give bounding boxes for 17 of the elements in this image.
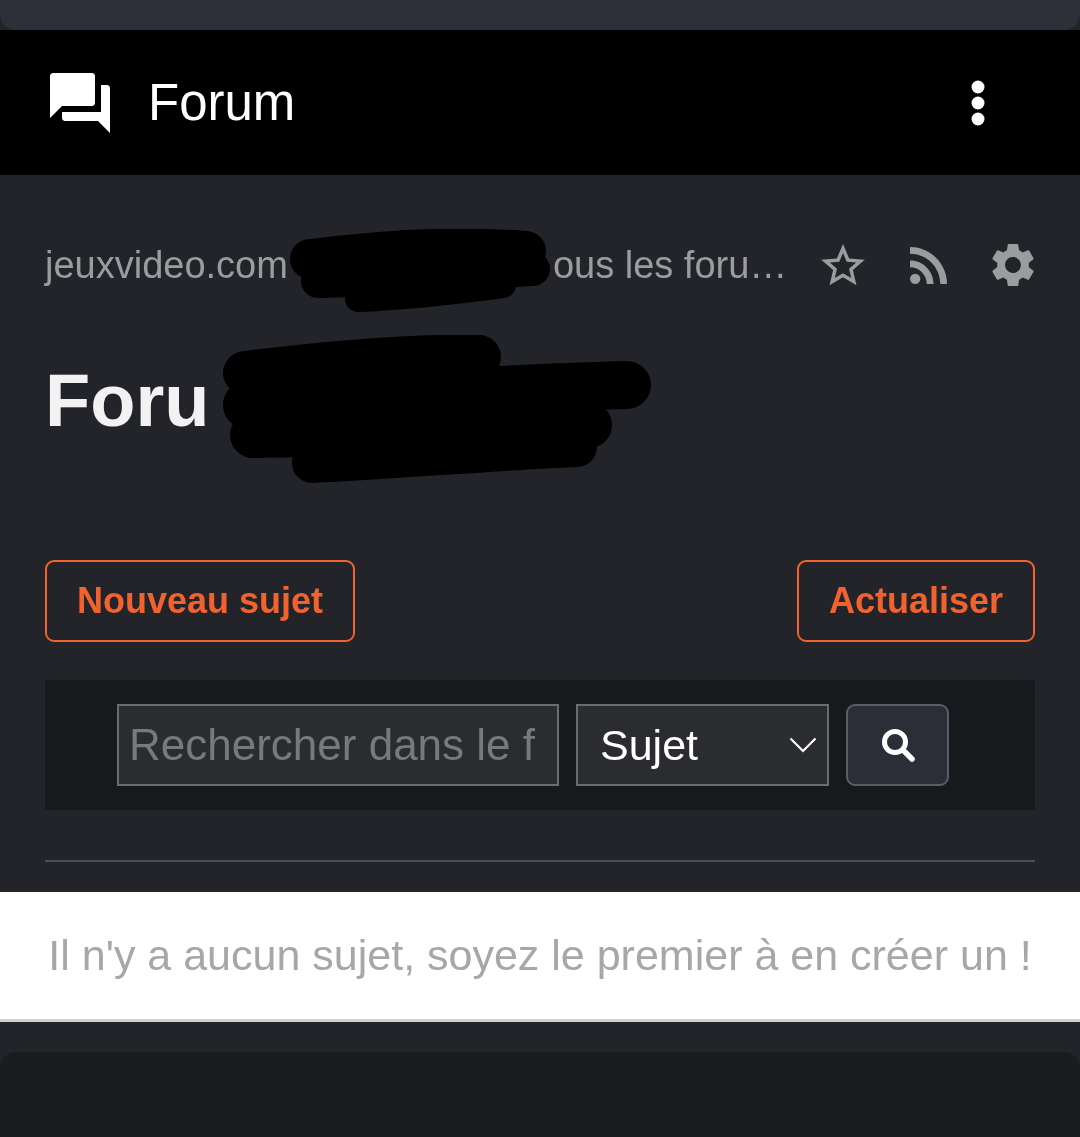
rss-icon[interactable] [910,246,947,284]
search-icon [880,728,915,762]
empty-state-message: Il n'y a aucun sujet, soyez le premier à en créer un ! [48,931,1032,980]
forum-title: Foru [45,357,210,443]
chat-bubbles-icon [50,72,110,133]
settings-icon[interactable] [991,243,1035,287]
new-topic-button[interactable]: Nouveau sujet [45,560,356,642]
star-icon[interactable] [821,244,865,286]
search-field[interactable]: Rechercher dans le f [117,704,559,786]
menu-icon[interactable] [971,79,985,126]
scope-select[interactable]: Sujet [576,704,829,786]
search-button[interactable] [846,704,949,786]
app-title: Forum [148,73,296,132]
breadcrumb-text: ous les foru… [552,243,788,287]
breadcrumb-link[interactable]: jeuxvideo.com [45,243,288,287]
refresh-button[interactable]: Actualiser [796,560,1035,642]
caret-icon [789,737,817,753]
